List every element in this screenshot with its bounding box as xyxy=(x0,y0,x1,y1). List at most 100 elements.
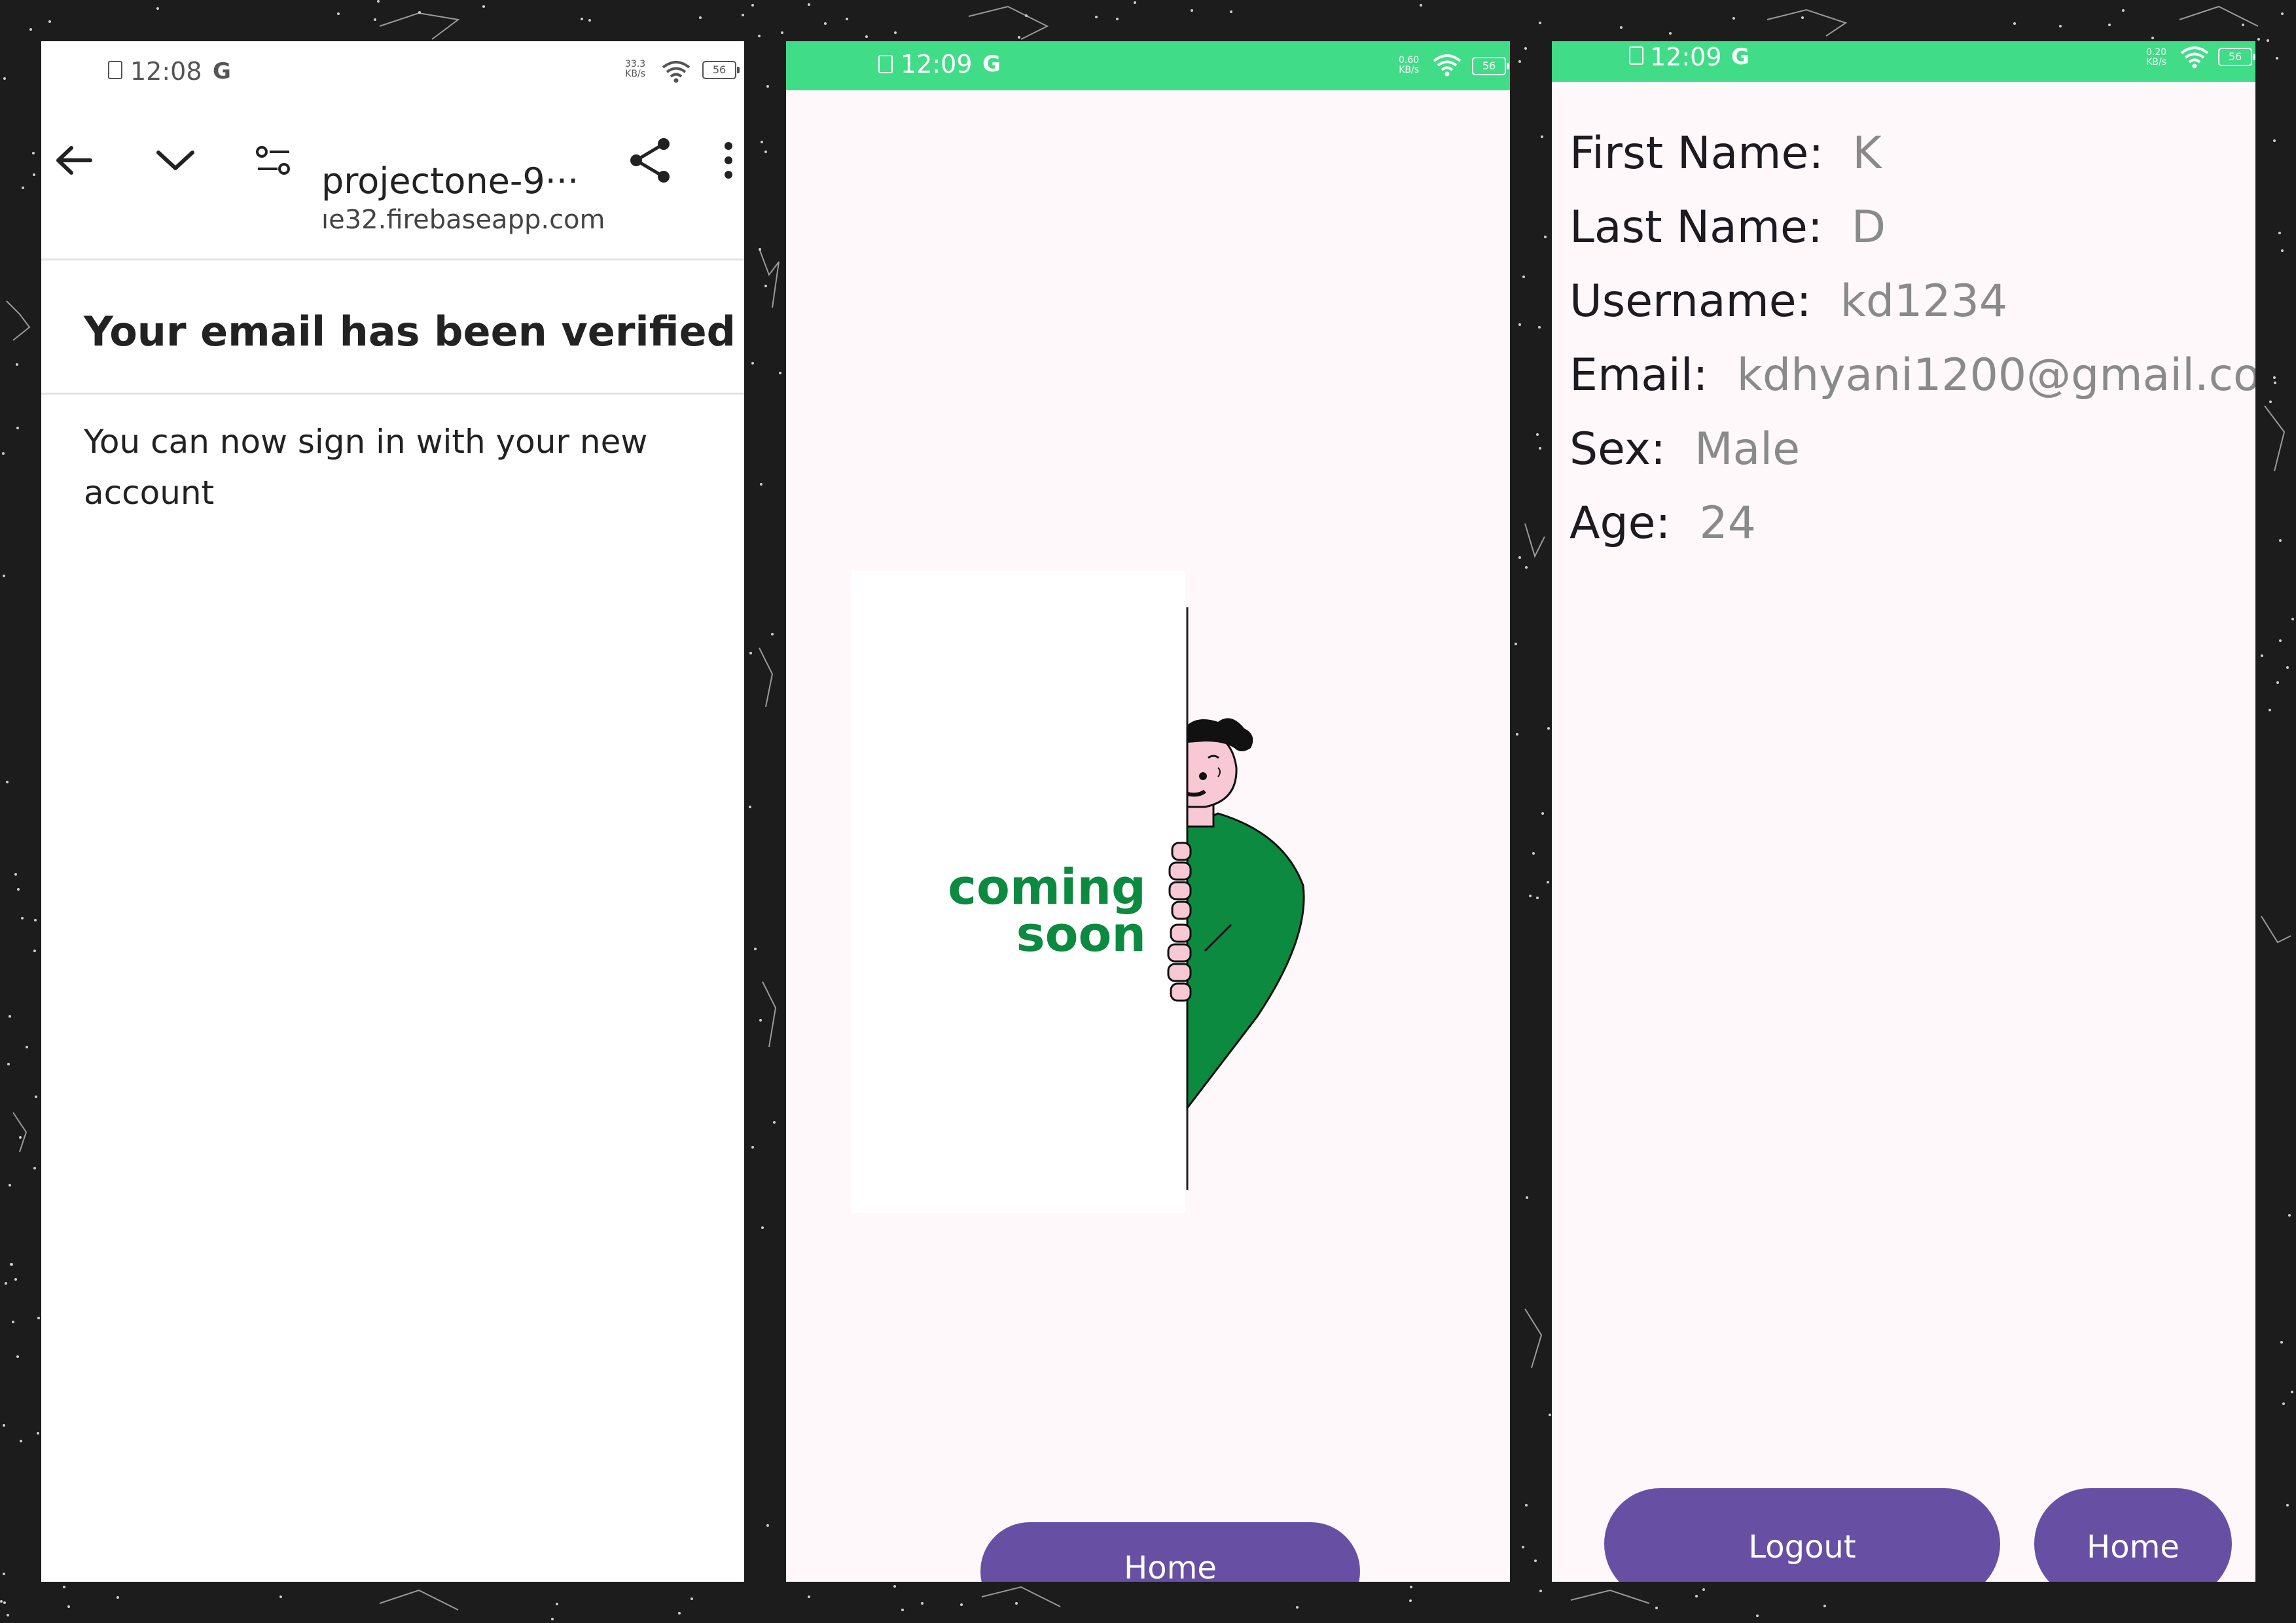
site-settings-button[interactable] xyxy=(244,128,303,193)
star-decoration xyxy=(2108,23,2111,26)
star-decoration xyxy=(1539,1589,1542,1592)
star-decoration xyxy=(2,452,5,455)
field-label: Age: xyxy=(1570,497,1671,549)
star-decoration xyxy=(550,1618,554,1621)
star-decoration xyxy=(1534,1559,1537,1562)
star-decoration xyxy=(893,31,897,34)
star-decoration xyxy=(1695,1594,1698,1597)
coming-soon-screen: 12:09 G 0.60 KB/s 56 coming soon Home xyxy=(786,41,1510,1582)
status-time: 12:08 xyxy=(130,57,202,86)
more-vertical-icon xyxy=(725,142,732,179)
star-decoration xyxy=(21,187,24,190)
carrier-icon: G xyxy=(1731,44,1749,70)
star-decoration xyxy=(1515,733,1518,736)
star-decoration xyxy=(1702,1588,1705,1592)
star-decoration xyxy=(808,1595,811,1598)
star-decoration xyxy=(2241,24,2244,27)
last-name-row: Last Name: D xyxy=(1570,190,2255,264)
status-time: 12:09 xyxy=(1650,43,1722,71)
field-label: Email: xyxy=(1570,349,1708,401)
field-label: Username: xyxy=(1570,276,1812,327)
field-value: D xyxy=(1851,202,1886,253)
star-decoration xyxy=(37,1316,40,1319)
logout-button[interactable]: Logout xyxy=(1604,1488,2000,1582)
star-decoration xyxy=(33,918,37,921)
star-decoration xyxy=(2280,249,2284,252)
star-decoration xyxy=(29,28,32,31)
star-decoration xyxy=(2287,1214,2291,1217)
field-value: 24 xyxy=(1699,497,1756,549)
network-speed: 0.20 KB/s xyxy=(2146,48,2166,67)
star-decoration xyxy=(893,1584,897,1588)
star-decoration xyxy=(845,18,848,21)
field-value: K xyxy=(1852,128,1882,179)
star-decoration xyxy=(1548,1413,1551,1416)
field-value: kd1234 xyxy=(1840,276,2008,327)
document-icon xyxy=(878,55,893,73)
star-decoration xyxy=(2272,139,2276,142)
browser-toolbar: projectone-9··· ıe32.firebaseapp.com xyxy=(41,101,744,260)
carrier-icon: G xyxy=(982,51,1001,77)
tune-icon xyxy=(256,146,290,175)
status-bar: 12:08 G 33.3 KB/s 56 xyxy=(41,41,744,101)
battery-icon: 56 xyxy=(2218,48,2255,66)
star-decoration xyxy=(1536,433,1539,436)
collapse-button[interactable] xyxy=(146,128,205,193)
star-decoration xyxy=(780,31,783,34)
star-decoration xyxy=(770,632,774,635)
field-label: Sex: xyxy=(1570,423,1666,475)
star-decoration xyxy=(18,1135,22,1139)
star-decoration xyxy=(19,1440,22,1443)
share-button[interactable] xyxy=(617,128,683,193)
home-button[interactable]: Home xyxy=(2034,1488,2232,1582)
network-speed-value: 0.60 xyxy=(1399,55,1420,65)
carrier-icon: G xyxy=(213,58,231,84)
chevron-down-icon xyxy=(156,151,194,170)
star-decoration xyxy=(48,20,51,24)
star-decoration xyxy=(1295,1605,1299,1609)
url-title[interactable]: projectone-9··· xyxy=(321,160,579,202)
star-decoration xyxy=(1133,1,1136,4)
star-decoration xyxy=(1543,235,1547,238)
menu-button[interactable] xyxy=(709,128,744,193)
page-title: Your email has been verified xyxy=(84,308,736,355)
star-decoration xyxy=(482,5,485,8)
star-decoration xyxy=(7,1063,10,1066)
star-decoration xyxy=(1538,325,1541,329)
network-speed-unit: KB/s xyxy=(625,69,645,79)
star-decoration xyxy=(12,1320,15,1323)
age-row: Age: 24 xyxy=(1570,486,2255,560)
star-decoration xyxy=(33,950,36,953)
star-decoration xyxy=(865,35,869,38)
star-decoration xyxy=(2260,654,2263,658)
verification-message: You can now sign in with your new accoun… xyxy=(84,423,648,512)
star-decoration xyxy=(1801,16,1804,19)
status-bar: 12:09 G 0.20 KB/s 56 xyxy=(1552,41,2255,82)
field-value: Male xyxy=(1694,423,1801,475)
star-decoration xyxy=(1024,14,1028,18)
star-decoration xyxy=(1116,17,1119,20)
document-icon xyxy=(108,61,122,79)
share-icon xyxy=(630,138,670,183)
first-name-row: First Name: K xyxy=(1570,116,2255,190)
status-time: 12:09 xyxy=(901,50,973,79)
star-decoration xyxy=(2280,1340,2283,1344)
star-decoration xyxy=(1514,643,1517,646)
star-decoration xyxy=(1547,727,1550,730)
soon-text: soon xyxy=(1016,906,1146,963)
star-decoration xyxy=(772,1120,776,1124)
star-decoration xyxy=(741,13,744,16)
star-decoration xyxy=(336,12,340,16)
star-decoration xyxy=(1536,896,1539,899)
star-decoration xyxy=(1823,1604,1826,1607)
star-decoration xyxy=(751,361,754,365)
star-decoration xyxy=(588,18,591,22)
wifi-icon xyxy=(662,61,691,83)
back-button[interactable] xyxy=(48,128,100,193)
star-decoration xyxy=(2269,708,2272,711)
home-button[interactable]: Home xyxy=(980,1522,1360,1582)
network-speed-value: 33.3 xyxy=(625,59,646,69)
star-decoration xyxy=(31,152,35,155)
star-decoration xyxy=(2257,37,2260,41)
url-host[interactable]: ıe32.firebaseapp.com xyxy=(321,205,605,235)
